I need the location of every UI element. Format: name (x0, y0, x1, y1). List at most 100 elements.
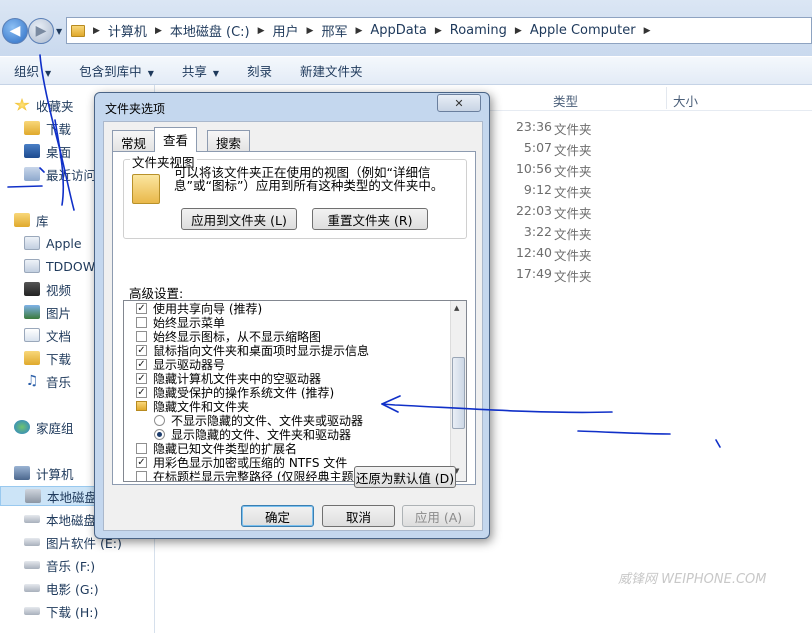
nav-label: 计算机 (36, 466, 74, 482)
breadcrumb-local-disk[interactable]: 本地磁盘 (C:) (170, 21, 250, 40)
drive-icon (24, 538, 40, 546)
checkbox[interactable] (136, 330, 147, 342)
chevron-right-icon[interactable]: ▶ (307, 26, 314, 36)
reset-folders-button[interactable]: 重置文件夹 (R) (312, 208, 428, 230)
nav-label: 库 (36, 213, 49, 229)
documents-icon (24, 328, 40, 342)
nav-pictures[interactable]: 图片 (24, 302, 71, 322)
nav-label: 最近访问 (46, 167, 97, 183)
nav-drive-g[interactable]: 电影 (G:) (24, 578, 99, 598)
checkbox[interactable] (136, 316, 147, 328)
breadcrumb-appdata[interactable]: AppData (370, 23, 426, 38)
column-type[interactable]: 类型 (553, 91, 578, 110)
nav-recent[interactable]: 最近访问 (24, 164, 96, 184)
recent-pages-dropdown[interactable]: ▼ (56, 27, 62, 36)
chevron-right-icon[interactable]: ▶ (355, 26, 362, 36)
organize-label: 组织 (14, 64, 40, 79)
checkbox[interactable] (136, 442, 147, 454)
checkbox[interactable]: ✓ (136, 372, 147, 384)
burn-button[interactable]: 刻录 (233, 61, 286, 80)
nav-homegroup[interactable]: 家庭组 (14, 417, 74, 437)
chevron-right-icon[interactable]: ▶ (515, 26, 522, 36)
star-icon (14, 98, 30, 111)
drive-icon (24, 515, 40, 523)
column-size[interactable]: 大小 (673, 91, 698, 110)
library-folder-icon (24, 259, 40, 273)
nav-label: 本地磁盘 (46, 512, 97, 528)
checkbox[interactable]: ✓ (136, 456, 147, 468)
nav-label: 视频 (46, 282, 72, 298)
breadcrumb-computer[interactable]: 计算机 (108, 21, 147, 40)
row-time: 9:12 (523, 182, 552, 197)
nav-drive-f[interactable]: 音乐 (F:) (24, 555, 95, 575)
chevron-right-icon[interactable]: ▶ (93, 26, 100, 36)
chevron-right-icon[interactable]: ▶ (258, 26, 265, 36)
chevron-right-icon[interactable]: ▶ (644, 26, 651, 36)
apply-button[interactable]: 应用 (A) (402, 505, 475, 527)
breadcrumb-users[interactable]: 用户 (273, 21, 299, 40)
tab-search[interactable]: 搜索 (207, 130, 251, 151)
apply-to-folders-button[interactable]: 应用到文件夹 (L) (181, 208, 297, 230)
nav-music[interactable]: ♫ 音乐 (24, 371, 71, 391)
scroll-up-icon[interactable]: ▲ (454, 304, 459, 312)
row-time: 3:22 (523, 224, 552, 239)
checkbox[interactable]: ✓ (136, 358, 147, 370)
restore-defaults-button[interactable]: 还原为默认值 (D) (354, 466, 456, 488)
nav-lib-downloads[interactable]: 下载 (24, 348, 71, 368)
forward-button[interactable]: ▶ (28, 18, 54, 44)
address-box[interactable]: ▶ 计算机 ▶ 本地磁盘 (C:) ▶ 用户 ▶ 邢军 ▶ AppData ▶ … (66, 17, 812, 44)
breadcrumb-apple-computer[interactable]: Apple Computer (530, 23, 636, 38)
checkbox[interactable]: ✓ (136, 344, 147, 356)
row-time: 12:40 (515, 245, 552, 260)
folder-icon (71, 24, 85, 37)
close-button[interactable]: ✕ (437, 94, 481, 112)
row-type: 文件夹 (554, 164, 592, 179)
library-icon (14, 213, 30, 227)
radio-button[interactable] (154, 414, 165, 426)
radio-button[interactable] (154, 428, 165, 440)
nav-drive-h[interactable]: 下载 (H:) (24, 601, 98, 621)
option-label: 在标题栏显示完整路径 (仅限经典主题) (153, 469, 359, 482)
ok-button[interactable]: 确定 (241, 505, 314, 527)
share-menu[interactable]: 共享 ▼ (168, 61, 233, 80)
chevron-right-icon[interactable]: ▶ (435, 26, 442, 36)
nav-label: 下载 (H:) (46, 604, 99, 620)
chevron-down-icon: ▼ (147, 69, 154, 78)
scrollbar-thumb[interactable] (452, 357, 465, 429)
nav-downloads[interactable]: 下载 (24, 118, 71, 138)
advanced-list-scrollbar[interactable]: ▲ ▼ (450, 301, 466, 481)
tab-view[interactable]: 查看 (154, 127, 198, 152)
organize-menu[interactable]: 组织 ▼ (0, 61, 65, 80)
new-folder-button[interactable]: 新建文件夹 (286, 61, 377, 80)
nav-local-disk-2[interactable]: 本地磁盘 (24, 509, 96, 529)
option-full-path-title[interactable]: 在标题栏显示完整路径 (仅限经典主题) (136, 469, 359, 482)
nav-computer[interactable]: 计算机 (14, 463, 74, 483)
nav-library[interactable]: 库 (14, 210, 49, 230)
nav-apple[interactable]: Apple (24, 233, 82, 253)
checkbox[interactable]: ✓ (136, 386, 147, 398)
chevron-down-icon: ▼ (212, 69, 220, 78)
library-folder-icon (24, 236, 40, 250)
nav-tddow[interactable]: TDDOW (24, 256, 95, 276)
nav-videos[interactable]: 视频 (24, 279, 71, 299)
chevron-down-icon: ▼ (45, 69, 52, 78)
nav-favorites[interactable]: 收藏夹 (14, 95, 74, 115)
folder-views-description: 可以将该文件夹正在使用的视图（例如“详细信息”或“图标”）应用到所有这种类型的文… (174, 165, 444, 193)
nav-label: 音乐 (46, 374, 72, 390)
nav-label: 收藏夹 (36, 98, 74, 114)
watermark: 威锋网 WEIPHONE.COM (618, 572, 767, 587)
include-library-menu[interactable]: 包含到库中 ▼ (65, 61, 168, 80)
folder-views-group: 文件夹视图 可以将该文件夹正在使用的视图（例如“详细信息”或“图标”）应用到所有… (123, 152, 467, 239)
nav-desktop[interactable]: 桌面 (24, 141, 71, 161)
breadcrumb-user[interactable]: 邢军 (321, 21, 347, 40)
back-button[interactable]: ◀ (2, 18, 28, 44)
column-divider (666, 87, 667, 109)
checkbox[interactable]: ✓ (136, 302, 147, 314)
breadcrumb-roaming[interactable]: Roaming (450, 23, 507, 38)
checkbox[interactable] (136, 470, 147, 481)
tab-general[interactable]: 常规 (112, 130, 156, 151)
folder-icon (136, 401, 147, 411)
nav-documents[interactable]: 文档 (24, 325, 71, 345)
cancel-button[interactable]: 取消 (322, 505, 395, 527)
chevron-right-icon[interactable]: ▶ (155, 26, 162, 36)
